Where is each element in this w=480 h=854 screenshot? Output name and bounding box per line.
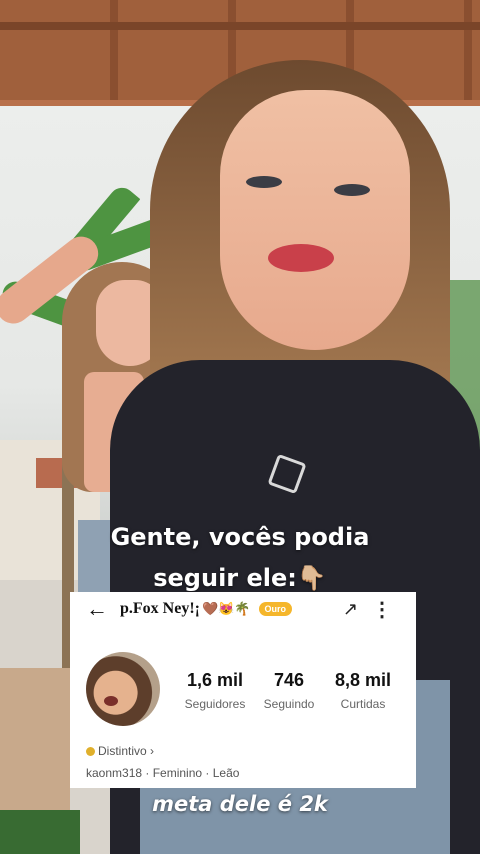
caption-line-2-text: seguir ele:	[153, 564, 297, 592]
person-eye	[334, 184, 370, 196]
stat-label: Seguidores	[184, 697, 246, 711]
more-options-icon[interactable]: ⋮	[372, 597, 392, 622]
stat-value: 8,8 mil	[334, 670, 392, 690]
person-eye	[246, 176, 282, 188]
badge-dot-icon	[86, 746, 95, 756]
stat-likes[interactable]: 8,8 mil Curtidas	[328, 670, 398, 711]
stat-value: 746	[273, 670, 305, 690]
bottom-caption: meta dele é 2k	[152, 792, 328, 816]
stat-following[interactable]: 746 Seguindo	[254, 670, 324, 711]
avatar[interactable]	[86, 652, 160, 726]
profile-meta: kaonm318 · Feminino · Leão	[86, 766, 240, 780]
level-badge: Ouro	[258, 602, 293, 616]
avatar-mouth	[104, 696, 118, 706]
profile-header: ← p.Fox Ney!¡ 🤎😻🌴 Ouro ↗ ⋮	[70, 592, 416, 626]
stat-label: Seguindo	[263, 697, 315, 711]
back-arrow-icon[interactable]: ←	[86, 598, 112, 620]
stat-followers[interactable]: 1,6 mil Seguidores	[180, 670, 250, 711]
profile-screenshot-card: ← p.Fox Ney!¡ 🤎😻🌴 Ouro ↗ ⋮ 1,6 mil Segui…	[70, 592, 416, 788]
stat-value: 1,6 mil	[186, 670, 244, 690]
person-face	[220, 90, 410, 350]
badge-link[interactable]: Distintivo ›	[86, 744, 154, 758]
pointing-down-icon: 👇🏼	[296, 564, 327, 592]
badge-link-label: Distintivo ›	[98, 744, 155, 758]
roof-band	[0, 22, 480, 30]
caption-line-2: seguir ele:👇🏼	[0, 564, 480, 592]
profile-username: p.Fox Ney!¡	[120, 600, 200, 617]
stat-label: Curtidas	[340, 697, 386, 711]
share-icon[interactable]: ↗	[343, 599, 358, 620]
caption-line-1: Gente, vocês podia	[110, 523, 370, 551]
grass	[0, 810, 80, 854]
username-emoji: 🤎😻🌴	[201, 601, 251, 616]
person-lips	[268, 244, 334, 272]
